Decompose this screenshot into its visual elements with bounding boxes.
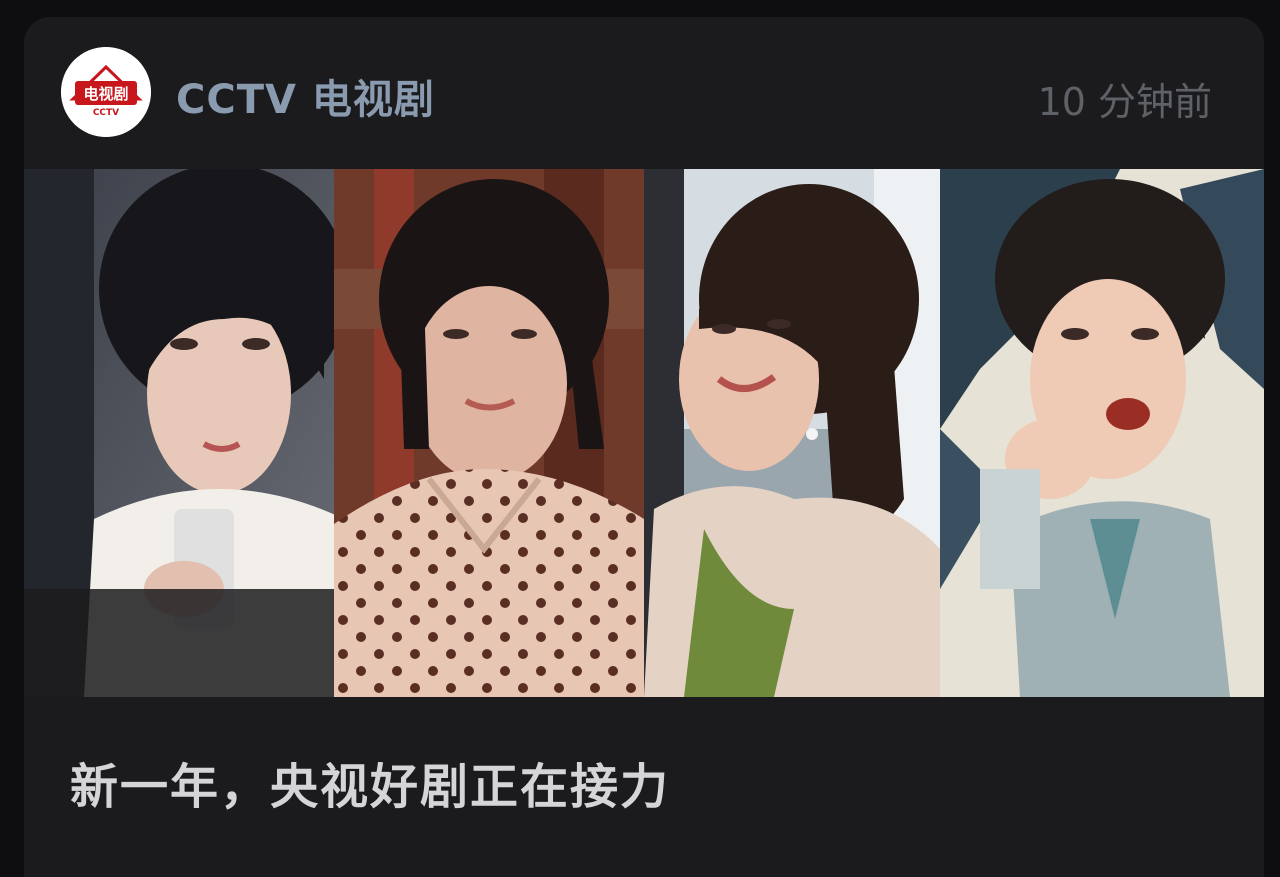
drama-still-woman-polka-dot-icon	[334, 169, 644, 697]
drama-still-4[interactable]	[940, 169, 1264, 697]
avatar-logo-subtext: CCTV	[93, 108, 119, 118]
account-avatar[interactable]: 电视剧 CCTV	[61, 47, 151, 137]
drama-still-3[interactable]	[644, 169, 940, 697]
drama-still-woman-smiling-icon	[644, 169, 940, 697]
post-image-banner[interactable]	[24, 169, 1264, 697]
post-timestamp: 10 分钟前	[1037, 80, 1212, 124]
drama-still-1[interactable]	[24, 169, 334, 697]
post-headline[interactable]: 新一年，央视好剧正在接力	[70, 747, 670, 817]
drama-still-woman-with-glass-icon	[24, 169, 334, 697]
drama-still-man-period-costume-icon	[940, 169, 1264, 697]
cctv-drama-logo-icon: 电视剧 CCTV	[61, 47, 151, 137]
post-header: 电视剧 CCTV CCTV 电视剧 10 分钟前	[24, 17, 1264, 169]
feed-post-card[interactable]: 电视剧 CCTV CCTV 电视剧 10 分钟前 新一年，央视好剧正在接力	[24, 17, 1264, 877]
account-name[interactable]: CCTV 电视剧	[176, 67, 435, 125]
drama-still-2[interactable]	[334, 169, 644, 697]
avatar-logo-text: 电视剧	[83, 85, 128, 103]
